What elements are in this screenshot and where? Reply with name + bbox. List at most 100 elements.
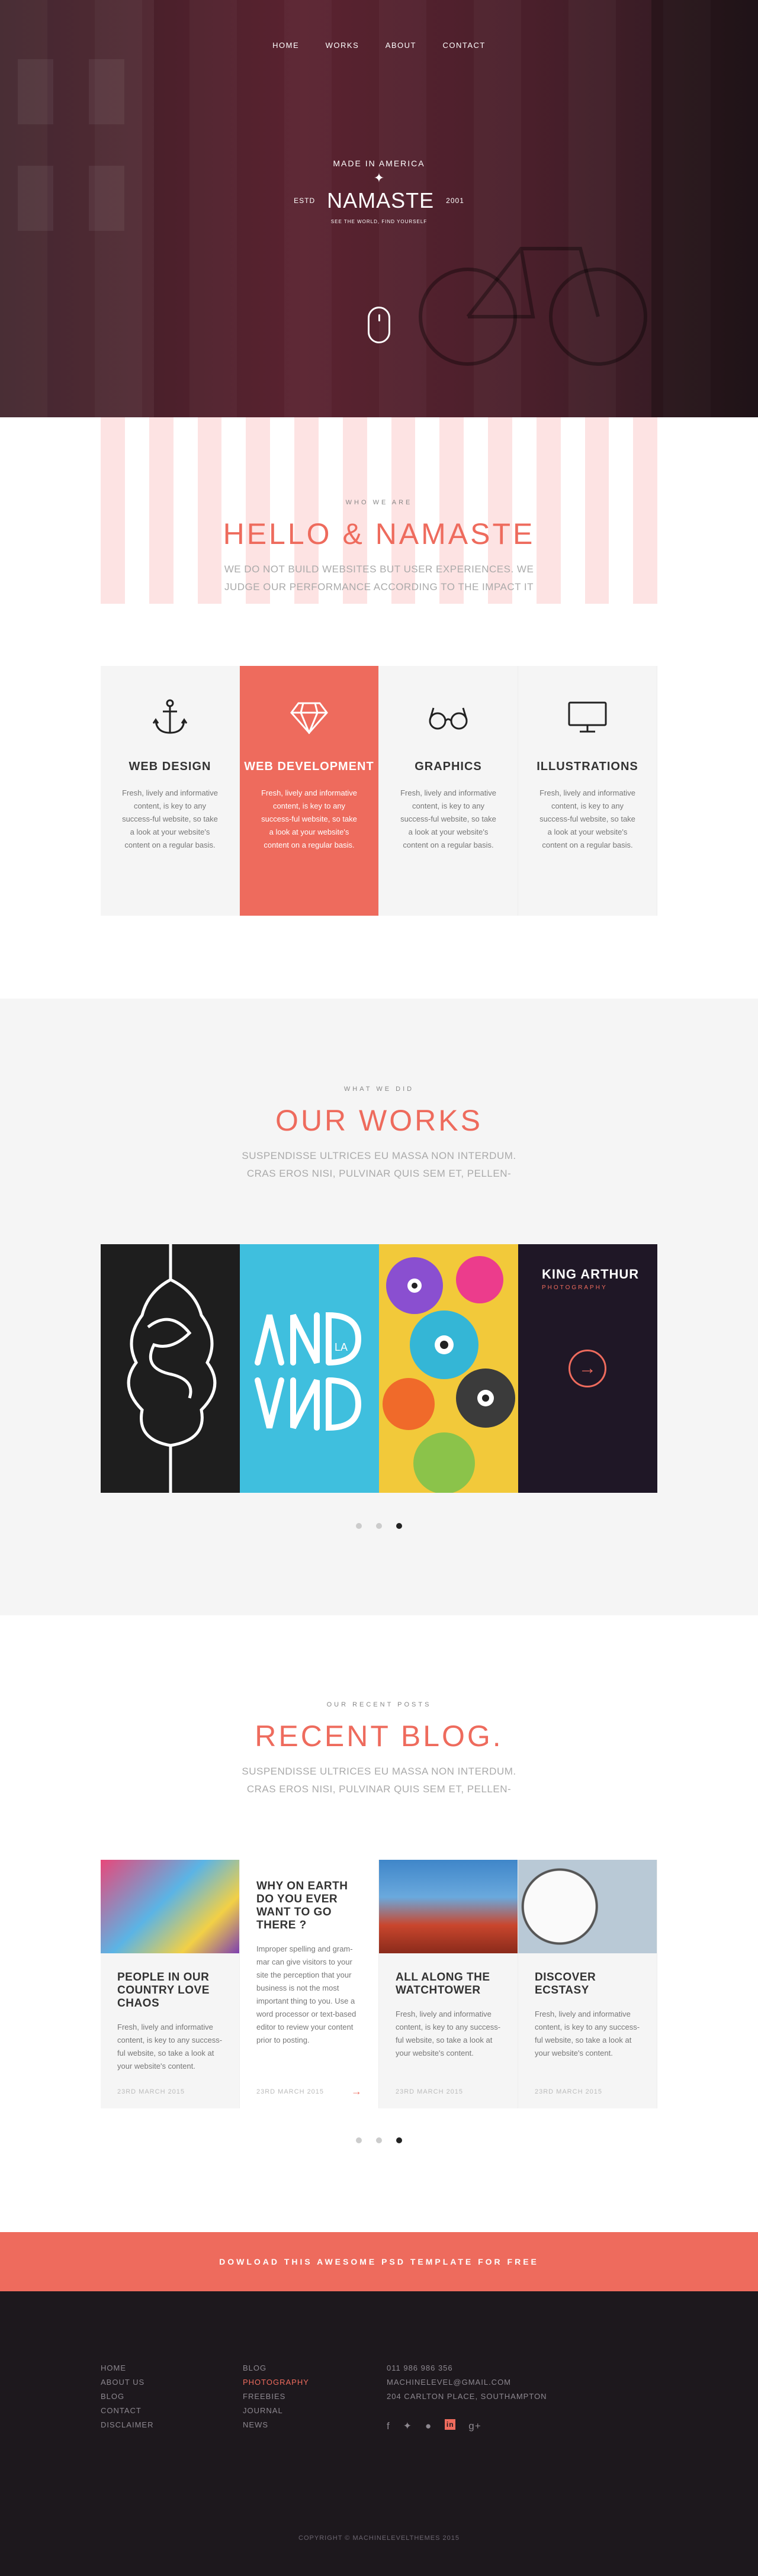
service-text: Fresh, lively and informative content, i… xyxy=(400,788,496,849)
pagination-dot[interactable] xyxy=(376,1523,382,1529)
blog-pagination xyxy=(0,2136,758,2146)
works-title: OUR WORKS xyxy=(275,1104,483,1137)
blog-post[interactable]: WHY ON EARTH DO YOU EVER WANT TO GO THER… xyxy=(240,1860,379,2108)
service-text: Fresh, lively and informative content, i… xyxy=(261,788,357,849)
work-featured-category: PHOTOGRAPHY xyxy=(542,1284,608,1291)
post-excerpt: Fresh, lively and informative content, i… xyxy=(535,2010,640,2057)
footer-link-news[interactable]: NEWS xyxy=(243,2418,387,2432)
service-title: WEB DEVELOPMENT xyxy=(244,760,374,773)
service-web-design[interactable]: WEB DESIGN Fresh, lively and informative… xyxy=(101,666,240,916)
nav-works[interactable]: WORKS xyxy=(326,41,359,50)
footer-links-col-2: BLOG PHOTOGRAPHY FREEBIES JOURNAL NEWS xyxy=(243,2361,387,2433)
footer-email[interactable]: MACHINELEVEL@GMAIL.COM xyxy=(387,2375,547,2390)
footer-links-col-1: HOME ABOUT US BLOG CONTACT DISCLAIMER xyxy=(101,2361,243,2433)
footer-address: 204 CARLTON PLACE, SOUTHAMPTON xyxy=(387,2392,547,2401)
main-nav: HOME WORKS ABOUT CONTACT xyxy=(0,40,758,51)
service-text: Fresh, lively and informative content, i… xyxy=(539,788,635,849)
footer-phone[interactable]: 011 986 986 356 xyxy=(387,2361,547,2375)
blog-text: SUSPENDISSE ULTRICES EU MASSA NON INTERD… xyxy=(0,1763,758,1798)
scroll-mouse-icon[interactable] xyxy=(368,307,390,343)
google-plus-icon[interactable]: g+ xyxy=(468,2419,481,2433)
post-excerpt: Improper spelling and gram-mar can give … xyxy=(256,1944,356,2044)
anchor-icon xyxy=(101,697,239,738)
service-illustrations[interactable]: ILLUSTRATIONS Fresh, lively and informat… xyxy=(518,666,657,916)
pagination-dot[interactable] xyxy=(376,2137,382,2143)
pagination-dot[interactable] xyxy=(356,2137,362,2143)
blog-post[interactable]: DISCOVER ECSTASY Fresh, lively and infor… xyxy=(518,1860,657,2108)
logo: MADE IN AMERICA ✦ ESTD NAMASTE 2001 SEE … xyxy=(0,159,758,224)
post-image xyxy=(101,1860,239,1953)
pagination-dot-active[interactable] xyxy=(396,2137,402,2143)
work-item-king-arthur[interactable]: KING ARTHUR PHOTOGRAPHY → xyxy=(518,1244,657,1493)
blog-eyebrow: OUR RECENT POSTS xyxy=(326,1701,432,1708)
service-graphics[interactable]: GRAPHICS Fresh, lively and informative c… xyxy=(379,666,518,916)
work-item-monsters[interactable] xyxy=(379,1244,518,1493)
work-featured-title: KING ARTHUR xyxy=(542,1267,640,1281)
post-title: PEOPLE IN OUR COUNTRY LOVE CHAOS xyxy=(117,1971,210,2010)
post-excerpt: Fresh, lively and informative content, i… xyxy=(396,2010,501,2057)
post-title: ALL ALONG THE WATCHTOWER xyxy=(396,1971,490,1997)
footer-contact: 011 986 986 356 MACHINELEVEL@GMAIL.COM 2… xyxy=(387,2361,547,2433)
hero-section: HOME WORKS ABOUT CONTACT MADE IN AMERICA… xyxy=(0,0,758,417)
pagination-dot-active[interactable] xyxy=(396,1523,402,1529)
social-links: f ✦ ● in g+ xyxy=(387,2419,547,2433)
service-title: WEB DESIGN xyxy=(129,760,211,773)
blog-post[interactable]: PEOPLE IN OUR COUNTRY LOVE CHAOS Fresh, … xyxy=(101,1860,240,2108)
post-image xyxy=(379,1860,518,1953)
glasses-icon xyxy=(379,697,518,738)
post-title: DISCOVER ECSTASY xyxy=(535,1971,596,1997)
blog-post[interactable]: ALL ALONG THE WATCHTOWER Fresh, lively a… xyxy=(379,1860,518,2108)
mirror-artwork-text: LA xyxy=(335,1341,348,1353)
service-web-development[interactable]: WEB DEVELOPMENT Fresh, lively and inform… xyxy=(240,666,379,916)
footer-link-blog-2[interactable]: BLOG xyxy=(243,2361,387,2375)
twitter-icon[interactable]: ✦ xyxy=(403,2419,412,2433)
facebook-icon[interactable]: f xyxy=(387,2419,390,2433)
intro-text-line-1: WE DO NOT BUILD WEBSITES BUT USER EXPERI… xyxy=(224,564,534,575)
intro-title: HELLO & NAMASTE xyxy=(223,517,535,550)
post-excerpt: Fresh, lively and informative content, i… xyxy=(117,2023,223,2071)
logo-estd: ESTD xyxy=(294,197,316,205)
blog-text-line-2: CRAS EROS NISI, PULVINAR QUIS SEM ET, PE… xyxy=(246,1783,512,1795)
service-title: GRAPHICS xyxy=(415,760,482,773)
post-title: WHY ON EARTH DO YOU EVER WANT TO GO THER… xyxy=(256,1880,348,1931)
linkedin-icon[interactable]: in xyxy=(445,2419,456,2430)
monsters-artwork-image xyxy=(383,1256,515,1493)
arrow-right-icon[interactable]: → xyxy=(351,2085,362,2098)
copyright: COPYRIGHT © MACHINELEVELTHEMES 2015 xyxy=(298,2535,460,2542)
works-text-line-1: SUSPENDISSE ULTRICES EU MASSA NON INTERD… xyxy=(242,1150,516,1161)
work-item-mirror[interactable]: LA xyxy=(240,1244,379,1493)
footer-link-home[interactable]: HOME xyxy=(101,2361,243,2375)
download-cta-button[interactable]: DOWLOAD THIS AWESOME PSD TEMPLATE FOR FR… xyxy=(0,2232,758,2291)
service-text: Fresh, lively and informative content, i… xyxy=(122,788,218,849)
intro-text: WE DO NOT BUILD WEBSITES BUT USER EXPERI… xyxy=(0,561,758,596)
blog-text-line-1: SUSPENDISSE ULTRICES EU MASSA NON INTERD… xyxy=(242,1766,516,1777)
diamond-icon xyxy=(240,697,378,738)
logo-tagline: SEE THE WORLD, FIND YOURSELF xyxy=(330,219,428,224)
nav-contact[interactable]: CONTACT xyxy=(442,41,485,50)
github-icon[interactable]: ● xyxy=(425,2419,432,2433)
works-section: WHAT WE DID OUR WORKS SUSPENDISSE ULTRIC… xyxy=(0,999,758,1615)
footer-link-photography[interactable]: PHOTOGRAPHY xyxy=(243,2375,387,2390)
post-date: 23RD MARCH 2015 xyxy=(396,2088,464,2095)
nav-home[interactable]: HOME xyxy=(272,41,299,50)
pagination-dot[interactable] xyxy=(356,1523,362,1529)
intro-text-line-2: JUDGE OUR PERFORMANCE ACCORDING TO THE I… xyxy=(224,581,534,593)
footer-link-blog[interactable]: BLOG xyxy=(101,2390,243,2404)
works-pagination xyxy=(0,1521,758,1532)
footer-link-about[interactable]: ABOUT US xyxy=(101,2375,243,2390)
blog-title: RECENT BLOG. xyxy=(255,1720,503,1753)
deer-icon: ✦ xyxy=(373,170,385,185)
footer-link-contact[interactable]: CONTACT xyxy=(101,2404,243,2418)
nav-about[interactable]: ABOUT xyxy=(386,41,416,50)
footer: HOME ABOUT US BLOG CONTACT DISCLAIMER BL… xyxy=(0,2291,758,2576)
arrow-right-icon[interactable]: → xyxy=(568,1350,606,1387)
logo-year: 2001 xyxy=(446,197,464,205)
post-image xyxy=(518,1860,657,1953)
footer-link-freebies[interactable]: FREEBIES xyxy=(243,2390,387,2404)
post-date: 23RD MARCH 2015 xyxy=(535,2088,603,2095)
footer-link-journal[interactable]: JOURNAL xyxy=(243,2404,387,2418)
works-gallery: LA KING ARTHUR PHOTOGRAPHY → xyxy=(101,1244,657,1493)
service-title: ILLUSTRATIONS xyxy=(537,760,638,773)
work-item-time[interactable] xyxy=(101,1244,240,1493)
footer-link-disclaimer[interactable]: DISCLAIMER xyxy=(101,2418,243,2432)
